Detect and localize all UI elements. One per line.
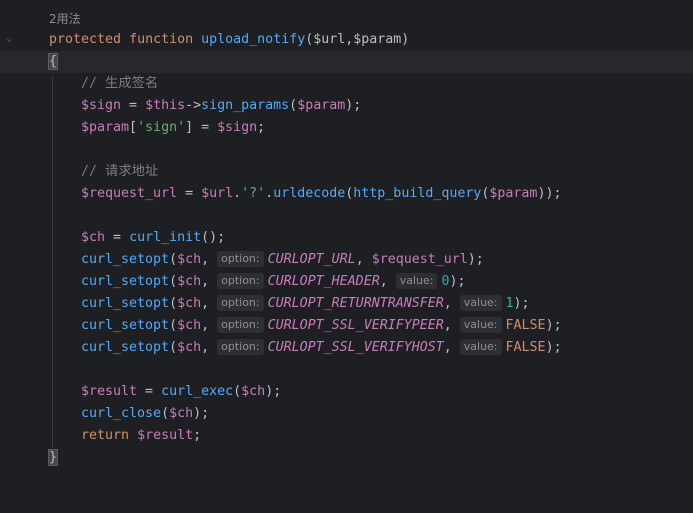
operator: .	[233, 186, 242, 201]
keyword: protected	[49, 32, 122, 47]
code-line[interactable]: $request_url = $url.'?'.urldecode(http_b…	[0, 183, 693, 205]
function-call: http_build_query	[353, 186, 482, 201]
string: '?'	[241, 186, 266, 201]
paren: ));	[537, 186, 562, 201]
string: 'sign'	[137, 120, 186, 135]
parameter-hint: value:	[395, 273, 438, 289]
variable: $ch	[169, 406, 194, 421]
variable: $ch	[177, 296, 202, 311]
operator: ] =	[185, 120, 218, 135]
operator: =	[121, 98, 146, 113]
variable: $param	[297, 98, 346, 113]
constant: CURLOPT_HEADER	[267, 274, 380, 289]
parameter-hint: option:	[217, 251, 264, 267]
variable: $param	[81, 120, 130, 135]
semicolon: ;	[257, 120, 266, 135]
function-name: upload_notify	[201, 32, 306, 47]
variable: $result	[81, 384, 138, 399]
code-line[interactable]: // 请求地址	[0, 161, 693, 183]
code-line-current[interactable]: {	[0, 51, 693, 73]
method-call: sign_params	[201, 98, 290, 113]
code-line[interactable]: $param['sign'] = $sign;	[0, 117, 693, 139]
variable: $ch	[241, 384, 266, 399]
operator: .	[265, 186, 274, 201]
code-line[interactable]: $result = curl_exec($ch);	[0, 381, 693, 403]
code-line[interactable]: 2用法	[0, 8, 693, 30]
code-line[interactable]: curl_setopt($ch, option: CURLOPT_HEADER, …	[0, 271, 693, 293]
operator: =	[137, 384, 162, 399]
code-line[interactable]: $sign = $this->sign_params($param);	[0, 95, 693, 117]
code-line[interactable]: curl_close($ch);	[0, 403, 693, 425]
operator: ->	[185, 98, 202, 113]
parameter-hint: value:	[459, 317, 502, 333]
code-line[interactable]: protected function upload_notify($url,$p…	[0, 29, 693, 51]
comment: // 生成签名	[81, 76, 159, 91]
variable: $ch	[177, 318, 202, 333]
number: 1	[505, 296, 514, 311]
variable: $this	[145, 98, 186, 113]
number: 0	[441, 274, 450, 289]
variable: $ch	[81, 230, 106, 245]
keyword: function	[129, 32, 194, 47]
paren: ();	[201, 230, 226, 245]
variable: $ch	[177, 252, 202, 267]
code-line[interactable]: curl_setopt($ch, option: CURLOPT_RETURNTR…	[0, 293, 693, 315]
parameter-hint: option:	[217, 339, 264, 355]
code-line[interactable]: curl_setopt($ch, option: CURLOPT_SSL_VERI…	[0, 315, 693, 337]
code-editor[interactable]: ⌄ 2用法 protected function upload_notify($…	[0, 0, 693, 474]
constant: CURLOPT_SSL_VERIFYHOST	[267, 340, 444, 355]
function-call: curl_close	[81, 406, 162, 421]
parameter-hint: option:	[217, 317, 264, 333]
open-brace: {	[47, 53, 59, 70]
variable: $request_url	[371, 252, 468, 267]
parameter-hint: option:	[217, 295, 264, 311]
variable: $request_url	[81, 186, 178, 201]
variable: $ch	[177, 274, 202, 289]
code-line[interactable]: }	[0, 447, 693, 469]
code-line[interactable]: // 生成签名	[0, 73, 693, 95]
code-line[interactable]: curl_setopt($ch, option: CURLOPT_SSL_VERI…	[0, 337, 693, 359]
parameter-hint: value:	[459, 339, 502, 355]
variable: $sign	[217, 120, 258, 135]
close-brace: }	[47, 449, 59, 466]
constant-false: FALSE	[505, 340, 546, 355]
variable: $result	[137, 428, 194, 443]
variable: $param	[489, 186, 538, 201]
function-call: curl_setopt	[81, 296, 170, 311]
function-call: curl_setopt	[81, 274, 170, 289]
bracket: [	[129, 120, 138, 135]
function-call: curl_setopt	[81, 252, 170, 267]
constant: CURLOPT_RETURNTRANSFER	[267, 296, 444, 311]
operator: =	[105, 230, 130, 245]
parameter-hint: value:	[459, 295, 502, 311]
usages-hint[interactable]: 2用法	[49, 8, 81, 30]
constant: CURLOPT_SSL_VERIFYPEER	[267, 318, 444, 333]
variable: $sign	[81, 98, 122, 113]
function-call: urldecode	[273, 186, 346, 201]
args: ($param);	[289, 98, 362, 113]
code-line[interactable]: return $result;	[0, 425, 693, 447]
variable: $ch	[177, 340, 202, 355]
variable: $url	[201, 186, 234, 201]
constant: CURLOPT_URL	[267, 252, 356, 267]
function-call: curl_setopt	[81, 318, 170, 333]
parameter-hint: option:	[217, 273, 264, 289]
function-params: ($url,$param)	[305, 32, 410, 47]
function-call: curl_init	[129, 230, 202, 245]
operator: =	[177, 186, 202, 201]
function-call: curl_exec	[161, 384, 234, 399]
constant-false: FALSE	[505, 318, 546, 333]
function-call: curl_setopt	[81, 340, 170, 355]
code-line[interactable]: $ch = curl_init();	[0, 227, 693, 249]
comment: // 请求地址	[81, 164, 159, 179]
keyword: return	[81, 428, 130, 443]
code-line[interactable]: curl_setopt($ch, option: CURLOPT_URL, $re…	[0, 249, 693, 271]
